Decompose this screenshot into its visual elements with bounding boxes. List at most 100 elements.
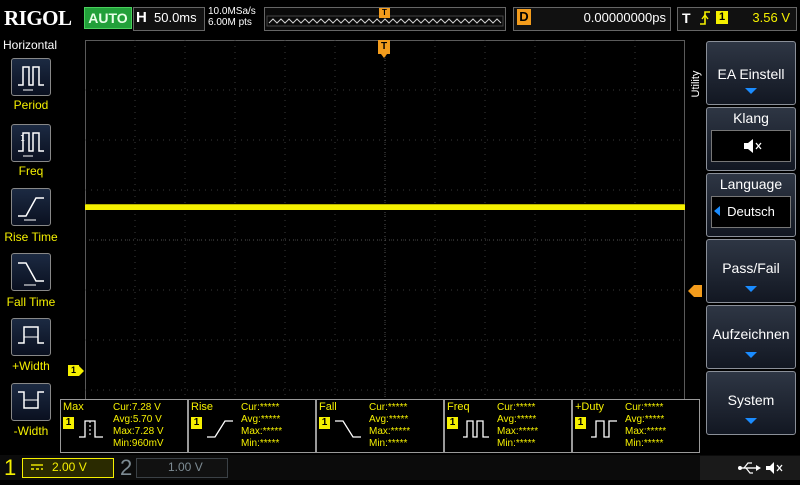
positive-width-button[interactable] [11, 318, 51, 356]
run-status-badge[interactable]: AUTO [84, 7, 132, 29]
measurement-cur: Cur:***** [625, 402, 664, 413]
measurement-channel-badge: 1 [191, 417, 202, 429]
fall-time-icon [335, 420, 361, 438]
measurement-avg: Avg:***** [497, 414, 537, 425]
measurement-cur: Cur:***** [241, 402, 280, 413]
freq-button[interactable]: 1 [11, 124, 51, 162]
measurement-channel-badge: 1 [319, 417, 330, 429]
measurement-positive-duty[interactable]: +Duty 1 Cur:***** Avg:***** Max:***** Mi… [572, 399, 700, 453]
ch1-trace-edge [85, 204, 685, 205]
positive-duty-icon [591, 420, 617, 438]
negative-width-label: -Width [13, 424, 49, 438]
chevron-down-icon [745, 88, 757, 94]
trigger-level-marker[interactable] [694, 285, 702, 297]
measurement-min: Min:***** [369, 438, 408, 449]
period-button[interactable] [11, 58, 51, 96]
measurement-name: Freq [447, 401, 470, 413]
trigger-position-marker[interactable]: T [378, 40, 390, 54]
frequency-icon [463, 420, 489, 438]
negative-width-button[interactable] [11, 383, 51, 421]
measurement-cur: Cur:***** [369, 402, 408, 413]
chevron-down-icon [745, 418, 757, 424]
ch1-offset-pointer [79, 366, 84, 376]
timebase-letter: H [136, 9, 147, 26]
frequency-icon: 1 [18, 132, 44, 157]
speaker-muted-icon [744, 139, 762, 153]
positive-width-label: +Width [12, 359, 50, 373]
measurement-min: Min:960mV [113, 438, 164, 449]
measurement-avg: Avg:5.70 V [113, 414, 162, 425]
ch1-number[interactable]: 1 [4, 455, 16, 480]
measurement-avg: Avg:***** [625, 414, 665, 425]
trigger-channel-badge: 1 [716, 11, 728, 24]
language-value: Deutsch [727, 204, 775, 219]
trigger-letter: T [682, 10, 691, 26]
ch1-offset-marker[interactable]: 1 [68, 365, 79, 376]
ea-einstell-button[interactable]: EA Einstell [706, 41, 796, 105]
positive-width-icon [18, 326, 44, 344]
fall-time-label: Fall Time [6, 295, 56, 309]
status-icons-area [700, 456, 800, 480]
klang-button[interactable]: Klang [706, 107, 796, 171]
measurement-name: Fall [319, 401, 337, 413]
measurement-avg: Avg:***** [369, 414, 409, 425]
measurement-cur: Cur:***** [497, 402, 536, 413]
freq-label: Freq [18, 164, 44, 178]
measurement-max: Max:***** [625, 426, 667, 437]
speaker-muted-icon [766, 462, 783, 474]
fall-time-button[interactable] [11, 253, 51, 291]
measurement-channel-badge: 1 [63, 417, 74, 429]
measurement-channel-badge: 1 [575, 417, 586, 429]
delay-value: 0.00000000ps [583, 10, 666, 25]
rise-time-label: Rise Time [4, 230, 58, 244]
waveform-display[interactable] [85, 40, 685, 440]
measurement-name: +Duty [575, 401, 605, 413]
measurement-min: Min:***** [497, 438, 536, 449]
aufzeichnen-button[interactable]: Aufzeichnen [706, 305, 796, 369]
utility-tab-label: Utility [690, 70, 702, 98]
measurement-min: Min:***** [241, 438, 280, 449]
dc-coupling-icon [30, 460, 44, 479]
measurement-cur: Cur:7.28 V [113, 402, 161, 413]
language-button[interactable]: Language Deutsch [706, 173, 796, 237]
overview-trigger-marker: T [379, 8, 390, 18]
chevron-down-icon [745, 286, 757, 292]
ch1-scale: 2.00 V [52, 460, 87, 474]
language-value-box: Deutsch [711, 196, 791, 228]
language-label: Language [719, 176, 783, 192]
max-icon [79, 420, 103, 438]
measurement-avg: Avg:***** [241, 414, 281, 425]
klang-value-box [711, 130, 791, 162]
ea-einstell-label: EA Einstell [717, 66, 785, 82]
usb-icon [738, 462, 761, 474]
pass-fail-button[interactable]: Pass/Fail [706, 239, 796, 303]
fall-time-icon [18, 262, 44, 286]
memory-depth: 6.00M pts [208, 17, 252, 28]
delay-letter: D [517, 9, 531, 25]
measurement-freq[interactable]: Freq 1 Cur:***** Avg:***** Max:***** Min… [444, 399, 572, 453]
system-label: System [727, 392, 775, 408]
ch2-number[interactable]: 2 [120, 455, 132, 480]
klang-label: Klang [733, 110, 769, 126]
measurement-fall[interactable]: Fall 1 Cur:***** Avg:***** Max:***** Min… [316, 399, 444, 453]
chevron-down-icon [745, 352, 757, 358]
graticule [85, 40, 685, 440]
measurement-name: Rise [191, 401, 214, 413]
rising-edge-icon [698, 9, 712, 32]
svg-text:1: 1 [20, 134, 25, 143]
measurement-rise[interactable]: Rise 1 Cur:***** Avg:***** Max:***** Min… [188, 399, 316, 453]
negative-width-icon [18, 391, 44, 409]
ch1-trace [85, 205, 685, 210]
rise-time-button[interactable] [11, 188, 51, 226]
ch2-scale: 1.00 V [168, 460, 203, 474]
left-menu-title: Horizontal [2, 38, 58, 52]
measurement-min: Min:***** [625, 438, 664, 449]
system-button[interactable]: System [706, 371, 796, 435]
period-icon [18, 66, 44, 91]
measurement-name: Max [63, 401, 84, 413]
measurement-max: Max:***** [241, 426, 283, 437]
measurement-max: Max:7.28 V [113, 426, 164, 437]
utility-tab: Utility [686, 62, 706, 108]
measurement-max[interactable]: Max 1 Cur:7.28 V Avg:5.70 V Max:7.28 V M… [60, 399, 188, 453]
timebase-value: 50.0ms [154, 10, 197, 25]
